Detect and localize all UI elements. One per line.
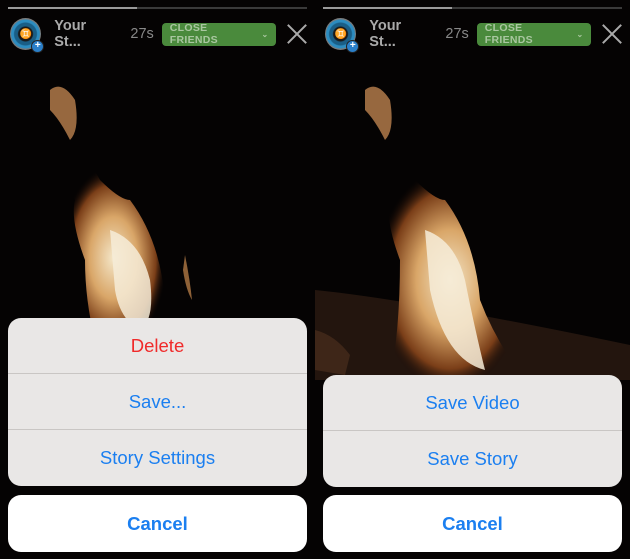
story-username[interactable]: Your St...: [369, 18, 430, 50]
cancel-button[interactable]: Cancel: [323, 495, 622, 552]
close-friends-label: CLOSE FRIENDS: [484, 22, 533, 46]
screenshot-pair: ♊ + Your St... 27s CLOSE FRIENDS ⌄ Delet…: [0, 0, 630, 559]
chevron-down-icon: ⌄: [576, 29, 584, 39]
avatar[interactable]: ♊ +: [325, 18, 360, 53]
story-progress-bar: [323, 7, 622, 9]
close-friends-button[interactable]: CLOSE FRIENDS ⌄: [161, 22, 276, 46]
action-sheet: Delete Save... Story Settings: [8, 318, 307, 486]
delete-button[interactable]: Delete: [8, 318, 307, 374]
save-story-button[interactable]: Save Story: [323, 431, 622, 487]
story-panel-right: ♊ + Your St... 27s CLOSE FRIENDS ⌄ Save …: [315, 0, 630, 559]
save-video-button[interactable]: Save Video: [323, 375, 622, 431]
cancel-button[interactable]: Cancel: [8, 495, 307, 552]
close-friends-button[interactable]: CLOSE FRIENDS ⌄: [476, 22, 591, 46]
story-panel-left: ♊ + Your St... 27s CLOSE FRIENDS ⌄ Delet…: [0, 0, 315, 559]
story-timestamp: 27s: [445, 26, 469, 42]
action-sheet: Save Video Save Story: [323, 375, 622, 487]
save-button[interactable]: Save...: [8, 374, 307, 430]
story-username[interactable]: Your St...: [54, 18, 115, 50]
story-progress-fill: [323, 7, 452, 9]
close-icon[interactable]: [601, 23, 622, 45]
story-progress-bar: [8, 7, 307, 9]
story-timestamp: 27s: [130, 26, 154, 42]
chevron-down-icon: ⌄: [261, 29, 269, 39]
close-icon[interactable]: [286, 23, 307, 45]
avatar[interactable]: ♊ +: [10, 18, 45, 53]
story-header: ♊ + Your St... 27s CLOSE FRIENDS ⌄: [10, 18, 307, 53]
story-header: ♊ + Your St... 27s CLOSE FRIENDS ⌄: [325, 18, 622, 53]
close-friends-label: CLOSE FRIENDS: [169, 22, 218, 46]
story-progress-fill: [8, 7, 137, 9]
story-settings-button[interactable]: Story Settings: [8, 430, 307, 486]
